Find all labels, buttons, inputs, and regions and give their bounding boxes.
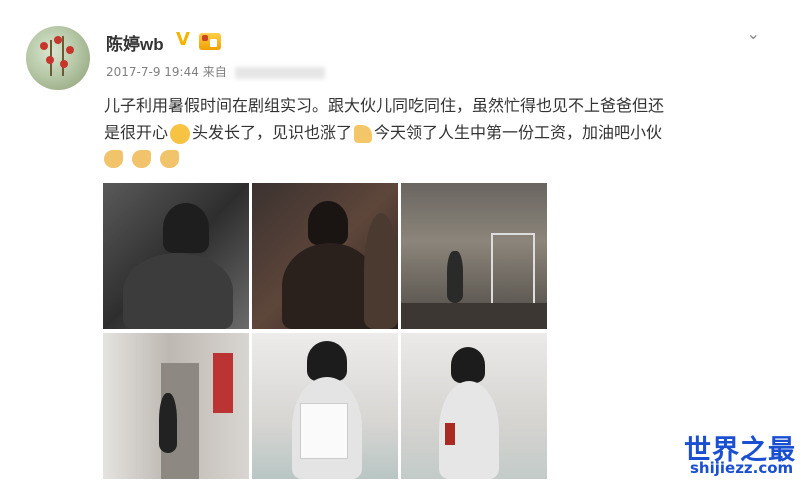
post-text-line-2: 是很开心 头发长了，见识也涨了 今天领了人生中第一份工资，加油吧小伙 (104, 119, 764, 146)
emoji-row (104, 150, 183, 172)
thumbs-up-icon (354, 124, 373, 143)
post-text-segment: 是很开心 (104, 123, 169, 142)
post-timestamp[interactable]: 2017-7-9 19:44 (106, 65, 199, 79)
muscle-icon (104, 150, 123, 168)
post-photo-6[interactable] (401, 333, 547, 479)
post-photo-5[interactable] (252, 333, 398, 479)
member-level-icon[interactable] (199, 33, 221, 50)
post-text-segment: 今天领了人生中第一份工资，加油吧小伙 (374, 123, 663, 142)
watermark-en: shijiezz.com (690, 459, 794, 477)
post-source-prefix: 来自 (202, 65, 227, 79)
username-link[interactable]: 陈婷wb (106, 30, 164, 55)
avatar[interactable] (26, 26, 90, 90)
post-source-redacted (234, 66, 325, 79)
muscle-icon (160, 150, 180, 168)
post-photo-3[interactable] (401, 183, 547, 329)
verified-v-icon: V (176, 29, 190, 50)
post-text: 儿子利用暑假时间在剧组实习。跟大伙儿同吃同住，虽然忙得也见不上爸爸但还 是很开心… (104, 92, 764, 146)
post-text-segment: 头发长了，见识也涨了 (192, 123, 353, 142)
muscle-icon (132, 150, 152, 168)
post-photo-1[interactable] (103, 183, 249, 329)
chevron-down-icon[interactable]: ⌄ (747, 24, 760, 43)
post-photo-2[interactable] (252, 183, 398, 329)
laughing-face-icon (170, 123, 191, 144)
post-text-line-1: 儿子利用暑假时间在剧组实习。跟大伙儿同吃同住，虽然忙得也见不上爸爸但还 (104, 96, 665, 115)
post-photo-4[interactable] (103, 333, 249, 479)
post-meta: 2017-7-9 19:44 来自 (106, 63, 325, 80)
